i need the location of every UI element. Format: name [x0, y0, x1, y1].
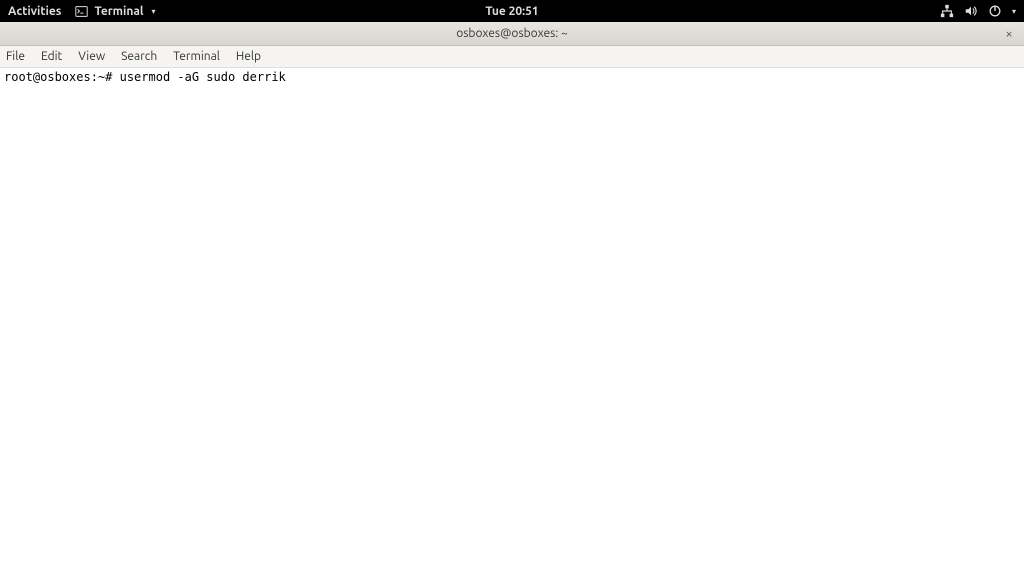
topbar-left: Activities Terminal ▾ — [8, 5, 156, 18]
terminal-command: usermod -aG sudo derrik — [120, 70, 286, 84]
window-title: osboxes@osboxes: ~ — [456, 27, 568, 40]
clock[interactable]: Tue 20:51 — [485, 5, 538, 18]
window-title-bar: osboxes@osboxes: ~ × — [0, 22, 1024, 46]
terminal-output[interactable]: root@osboxes:~# usermod -aG sudo derrik — [0, 68, 1024, 88]
terminal-prompt: root@osboxes:~# — [4, 70, 112, 84]
app-menu-label: Terminal — [94, 5, 143, 18]
menu-bar: File Edit View Search Terminal Help — [0, 46, 1024, 68]
menu-terminal[interactable]: Terminal — [173, 50, 220, 63]
chevron-down-icon[interactable]: ▾ — [1012, 7, 1016, 16]
network-icon[interactable] — [940, 4, 954, 18]
close-button[interactable]: × — [1002, 27, 1016, 41]
menu-view[interactable]: View — [78, 50, 105, 63]
menu-file[interactable]: File — [6, 50, 25, 63]
menu-search[interactable]: Search — [121, 50, 157, 63]
system-tray: ▾ — [940, 4, 1016, 18]
gnome-top-bar: Activities Terminal ▾ Tue 20:51 ▾ — [0, 0, 1024, 22]
activities-button[interactable]: Activities — [8, 5, 61, 18]
menu-edit[interactable]: Edit — [41, 50, 62, 63]
menu-help[interactable]: Help — [236, 50, 261, 63]
app-menu-button[interactable]: Terminal ▾ — [75, 5, 155, 18]
power-icon[interactable] — [988, 4, 1002, 18]
chevron-down-icon: ▾ — [152, 7, 156, 16]
terminal-icon — [75, 5, 88, 18]
volume-icon[interactable] — [964, 4, 978, 18]
